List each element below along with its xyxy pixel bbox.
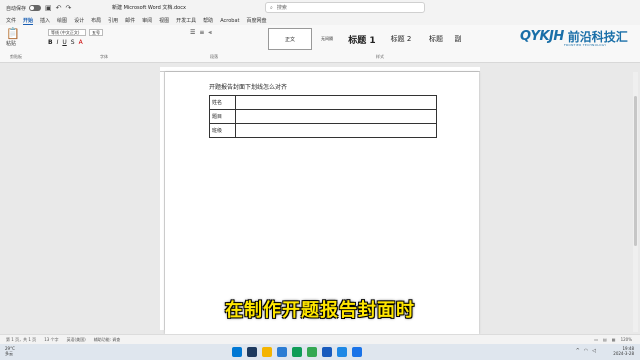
tab-view[interactable]: 视图 (159, 17, 169, 24)
edge-icon[interactable] (277, 347, 287, 357)
table-row[interactable]: 题目 (209, 109, 437, 124)
document-title: 新建 Microsoft Word 文档.docx (112, 5, 186, 11)
channel-logo: QYKJH 前沿科技汇 FRONTIER TECHNOLOGY (520, 22, 638, 50)
font-color-icon[interactable]: A (79, 39, 83, 46)
style-heading-1[interactable]: 标题 1 (342, 28, 382, 50)
clipboard-group: 📋 粘贴 (6, 27, 20, 47)
table-cell-value[interactable] (235, 95, 437, 110)
excel-icon[interactable] (307, 347, 317, 357)
style-subtitle[interactable]: 副 (452, 28, 464, 50)
bold-button[interactable]: B (48, 39, 53, 46)
tab-acrobat[interactable]: Acrobat (220, 18, 239, 24)
windows-taskbar: 29°C 多云 ^ ◠ ◁ 19:48 2024-3-28 (0, 344, 640, 360)
document-heading[interactable]: 开题报告封面下划线怎么对齐 (209, 82, 287, 91)
logo-mark: QYKJH (520, 28, 564, 44)
table-cell-label[interactable]: 题目 (209, 109, 236, 124)
align-left-icon[interactable]: ⫷ (208, 29, 211, 37)
language-indicator[interactable]: 英语(美国) (67, 337, 86, 343)
tab-file[interactable]: 文件 (6, 17, 16, 24)
style-no-spacing[interactable]: 无间隔 (312, 28, 342, 50)
font-name-select[interactable]: 等线 (中文正文) (48, 29, 86, 36)
zoom-level[interactable]: 120% (621, 337, 632, 342)
print-layout-icon[interactable]: ▦ (612, 337, 616, 342)
font-group-label: 字体 (100, 54, 108, 59)
wifi-icon[interactable]: ◠ (584, 348, 588, 354)
weather-widget[interactable]: 29°C 多云 (5, 346, 15, 356)
status-bar: 第 1 页，共 1 页 13 个字 英语(美国) 辅助功能: 调查 ▭ ▤ ▦ … (0, 334, 640, 344)
page-count[interactable]: 第 1 页，共 1 页 (6, 337, 36, 343)
autosave-label: 自动保存 (6, 5, 27, 12)
tab-insert[interactable]: 插入 (40, 17, 50, 24)
taskbar-apps (232, 347, 362, 357)
paste-icon[interactable]: 📋 (6, 27, 20, 40)
numbering-icon[interactable]: ≡ (199, 29, 204, 37)
read-mode-icon[interactable]: ▤ (603, 337, 607, 342)
styles-group-label: 样式 (376, 54, 384, 59)
tab-references[interactable]: 引用 (108, 17, 118, 24)
video-subtitle: 在制作开题报告封面时 (225, 300, 415, 321)
search-placeholder: 搜索 (276, 5, 287, 11)
chevron-up-icon[interactable]: ^ (576, 348, 580, 354)
table-cell-value[interactable] (235, 109, 437, 124)
table-row[interactable]: 班级 (209, 123, 437, 138)
strikethrough-button[interactable]: S (71, 39, 75, 46)
style-normal[interactable]: 正文 (268, 28, 312, 50)
scrollbar-thumb[interactable] (634, 96, 637, 246)
tab-mailings[interactable]: 邮件 (125, 17, 135, 24)
tab-draw[interactable]: 绘图 (57, 17, 67, 24)
clock[interactable]: 19:48 2024-3-28 (613, 346, 634, 356)
status-right: ▭ ▤ ▦ 120% (594, 337, 632, 342)
accessibility-status[interactable]: 辅助功能: 调查 (94, 337, 121, 343)
font-size-select[interactable]: 五号 (89, 29, 103, 36)
wechat-icon[interactable] (292, 347, 302, 357)
tab-home[interactable]: 开始 (23, 17, 34, 25)
search-icon: ⌕ (270, 4, 273, 11)
save-icon[interactable]: ▣ (45, 4, 52, 12)
tab-layout[interactable]: 布局 (91, 17, 101, 24)
logo-name: 前沿科技汇 (567, 29, 628, 44)
word-count[interactable]: 13 个字 (44, 337, 58, 343)
logo-tagline: FRONTIER TECHNOLOGY (564, 43, 607, 47)
title-bar: 自动保存 ▣ ↶ ↷ 新建 Microsoft Word 文档.docx ⌕ 搜… (0, 0, 640, 16)
paragraph-buttons: ☰ ≡ ⫷ (190, 29, 212, 37)
tab-developer[interactable]: 开发工具 (176, 17, 196, 24)
app-icon[interactable] (337, 347, 347, 357)
tab-design[interactable]: 设计 (74, 17, 84, 24)
bullets-icon[interactable]: ☰ (190, 29, 195, 37)
document-page[interactable]: 开题报告封面下划线怎么对齐 姓名 题目 班级 (165, 72, 479, 334)
format-buttons: B I U S A (48, 39, 83, 46)
italic-button[interactable]: I (57, 39, 59, 46)
weather-desc: 多云 (5, 351, 13, 356)
start-icon[interactable] (232, 347, 242, 357)
table-cell-label[interactable]: 姓名 (209, 95, 236, 110)
redo-icon[interactable]: ↷ (66, 4, 72, 12)
volume-icon[interactable]: ◁ (592, 348, 596, 354)
autosave-control[interactable]: 自动保存 (6, 5, 42, 12)
style-title[interactable]: 标题 (420, 28, 452, 50)
tab-review[interactable]: 审阅 (142, 17, 152, 24)
search-app-icon[interactable] (247, 347, 257, 357)
system-tray: ^ ◠ ◁ (576, 348, 596, 354)
table-row[interactable]: 姓名 (209, 95, 437, 110)
tab-help[interactable]: 帮助 (203, 17, 213, 24)
clipboard-label: 剪贴板 (10, 54, 22, 59)
table-cell-value[interactable] (235, 123, 437, 138)
file-explorer-icon[interactable] (262, 347, 272, 357)
paste-label: 粘贴 (6, 41, 17, 47)
clock-date: 2024-3-28 (613, 351, 634, 356)
tab-baidu-netdisk[interactable]: 百度网盘 (246, 17, 266, 24)
underline-button[interactable]: U (62, 39, 66, 46)
autosave-toggle[interactable] (29, 5, 42, 11)
cover-table[interactable]: 姓名 题目 班级 (209, 95, 437, 138)
style-heading-2[interactable]: 标题 2 (382, 28, 420, 50)
browser-icon[interactable] (352, 347, 362, 357)
styles-gallery: 正文 无间隔 标题 1 标题 2 标题 副 (268, 28, 464, 50)
word-icon[interactable] (322, 347, 332, 357)
search-box[interactable]: ⌕ 搜索 (265, 2, 425, 13)
undo-icon[interactable]: ↶ (56, 4, 62, 12)
vertical-scrollbar[interactable] (633, 72, 638, 332)
focus-icon[interactable]: ▭ (594, 337, 598, 342)
table-cell-label[interactable]: 班级 (209, 123, 236, 138)
paragraph-group-label: 段落 (210, 54, 218, 59)
